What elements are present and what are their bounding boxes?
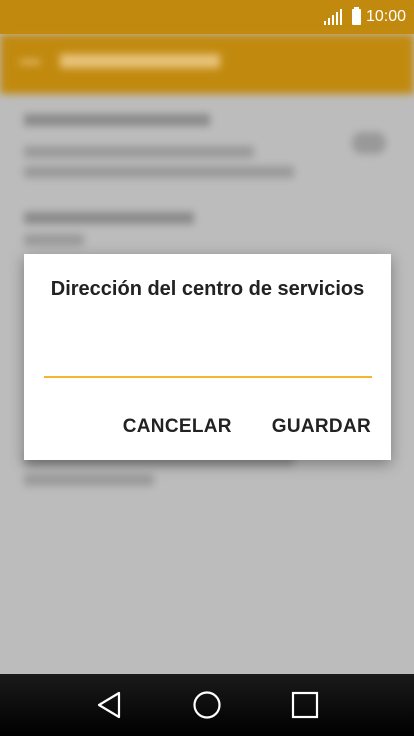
background-line — [24, 114, 210, 126]
home-circle-icon — [193, 691, 221, 719]
background-toolbar — [0, 34, 414, 94]
navigation-bar — [0, 674, 414, 736]
recents-square-icon — [291, 691, 319, 719]
dialog-actions: CANCELAR GUARDAR — [115, 412, 379, 442]
status-bar: 10:00 — [0, 0, 414, 34]
save-button[interactable]: GUARDAR — [264, 412, 379, 442]
background-back-arrow-icon — [20, 60, 40, 64]
home-button[interactable] — [187, 685, 227, 725]
background-title-placeholder — [60, 54, 220, 68]
service-center-address-input[interactable] — [44, 344, 372, 378]
service-center-dialog: Dirección del centro de servicios CANCEL… — [24, 254, 391, 460]
background-line — [24, 234, 84, 246]
background-line — [24, 212, 194, 224]
battery-icon — [351, 7, 361, 25]
background-line — [24, 166, 294, 178]
recents-button[interactable] — [285, 685, 325, 725]
signal-icon — [323, 9, 342, 25]
back-triangle-icon — [97, 691, 121, 719]
status-clock: 10:00 — [365, 8, 406, 25]
back-button[interactable] — [89, 685, 129, 725]
background-toggle — [352, 132, 386, 154]
cancel-button[interactable]: CANCELAR — [115, 412, 240, 442]
background-line — [24, 474, 154, 486]
background-line — [24, 146, 254, 158]
dialog-title: Dirección del centro de servicios — [50, 278, 365, 300]
